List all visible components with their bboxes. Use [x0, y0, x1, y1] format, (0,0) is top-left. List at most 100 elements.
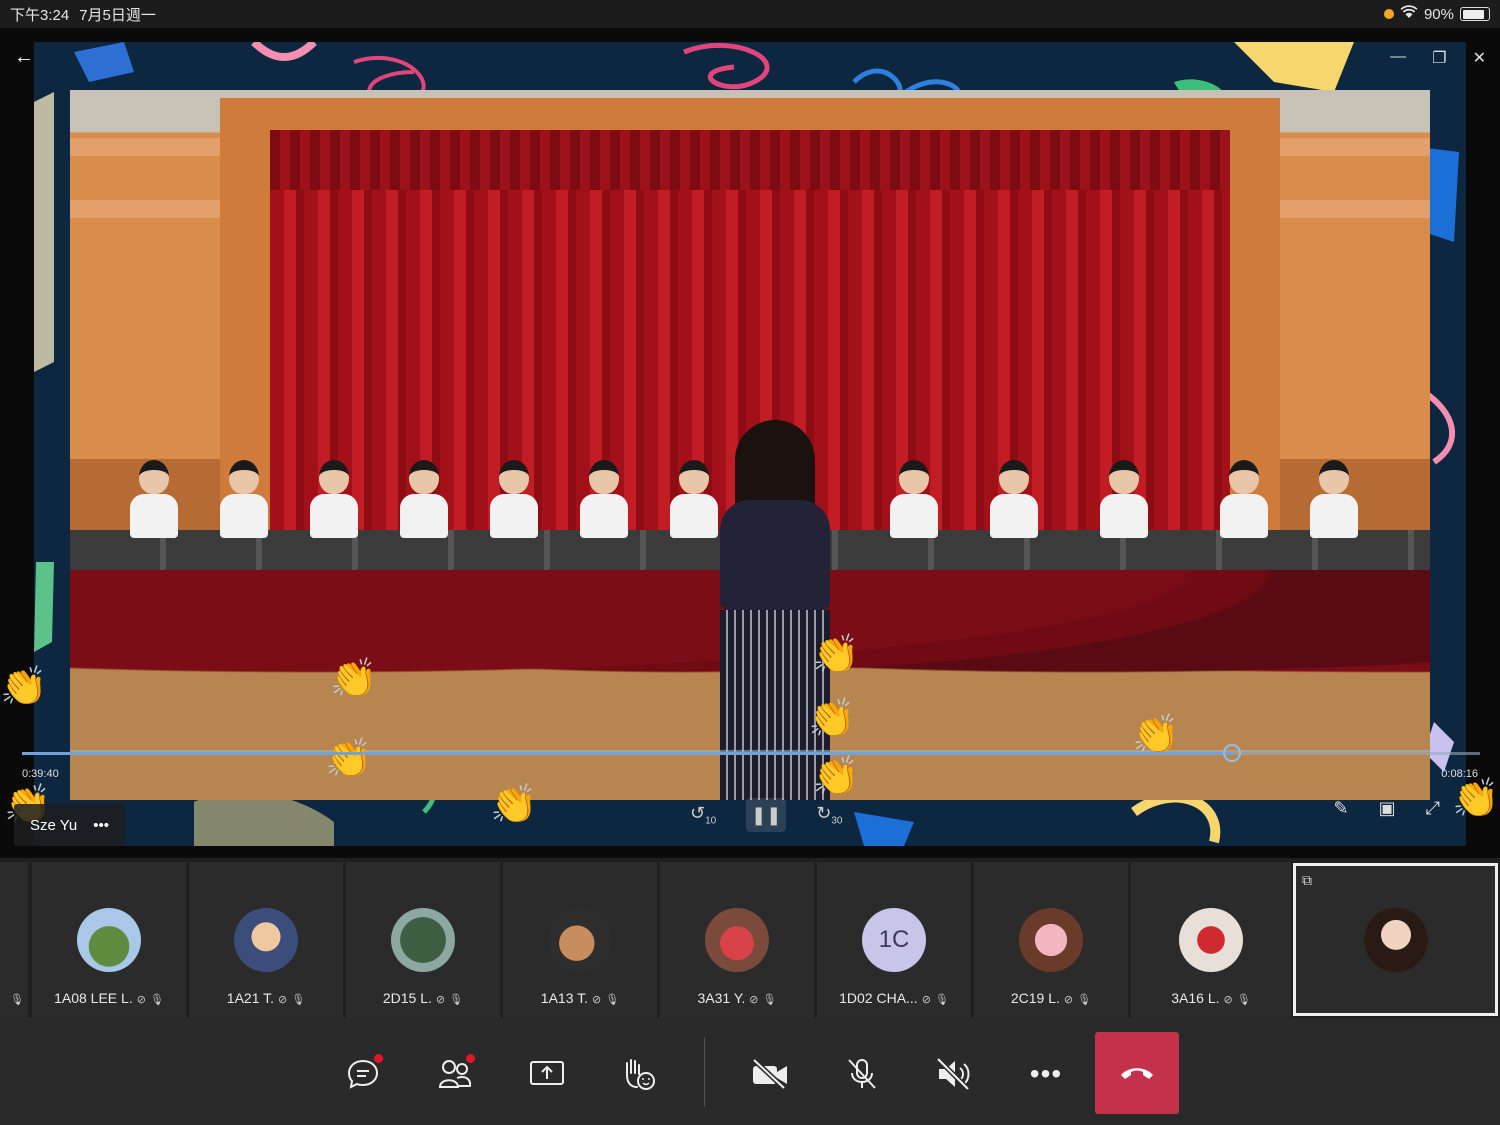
mic-mini-icon: 🎙	[291, 994, 306, 1006]
mic-toggle-button[interactable]	[840, 1054, 884, 1094]
remaining-time: 0:08:16	[1441, 768, 1478, 780]
camera-off-mini-icon: ⊘	[592, 994, 602, 1006]
presenter-more-button[interactable]: •••	[93, 817, 109, 834]
participant-tile[interactable]: 2D15 L. ⊘ 🎙	[346, 862, 500, 1018]
raise-hand-icon	[626, 1059, 655, 1090]
chat-icon	[347, 1059, 379, 1089]
notification-dot	[466, 1054, 475, 1063]
camera-off-mini-icon: ⊘	[278, 994, 288, 1006]
status-time: 下午3:24	[10, 6, 70, 24]
clap-reaction-icon: 👏	[808, 698, 856, 740]
participant-name: 1A08 LEE L.	[54, 990, 133, 1006]
presenter-chip[interactable]: Sze Yu •••	[14, 804, 126, 846]
notification-dot	[374, 1054, 383, 1063]
progress-played	[22, 752, 1233, 755]
minimize-icon[interactable]: —	[1390, 48, 1406, 68]
forward-icon[interactable]: ↻30	[816, 803, 842, 827]
more-actions-button[interactable]: •••	[1024, 1054, 1068, 1094]
people-button[interactable]	[433, 1054, 477, 1094]
status-bar: 下午3:24 7月5日週一 90%	[0, 0, 1500, 28]
avatar	[705, 908, 769, 972]
fullscreen-icon[interactable]: ⤢	[1426, 798, 1440, 819]
clap-reaction-icon: 👏	[325, 738, 373, 780]
elapsed-time: 0:39:40	[22, 768, 59, 780]
participant-tile[interactable]: 3A31 Y. ⊘ 🎙	[660, 862, 814, 1018]
self-avatar	[1363, 908, 1428, 972]
camera-off-mini-icon: ⊘	[1223, 994, 1233, 1006]
window-controls: — ❐ ✕	[1390, 48, 1486, 68]
mic-icon: 🎙	[10, 994, 24, 1006]
participant-tile[interactable]: 1C 1D02 CHA... ⊘ 🎙	[817, 862, 971, 1018]
camera-off-mini-icon: ⊘	[1063, 994, 1074, 1006]
conductor-figure	[715, 420, 835, 800]
clap-reaction-icon: 👏	[490, 784, 538, 826]
shared-video-stage[interactable]: 👏 👏 👏 👏 👏 👏 👏 👏 👏 👏 ← — ❐ ✕ 0:39:40 0:08…	[0, 28, 1500, 858]
mic-mini-icon: 🎙	[449, 994, 464, 1006]
hang-up-button[interactable]	[1095, 1032, 1179, 1114]
participant-name: 2D15 L.	[382, 990, 432, 1006]
hang-up-icon	[1121, 1068, 1153, 1079]
wifi-icon	[1400, 5, 1418, 23]
clap-reaction-icon: 👏	[812, 634, 860, 676]
mic-mini-icon: 🎙	[605, 994, 620, 1006]
speaker-toggle-button[interactable]	[932, 1054, 976, 1094]
participant-name: 3A31 Y.	[697, 990, 746, 1006]
video-progress-bar[interactable]	[22, 744, 1480, 762]
clap-reaction-icon: 👏	[1132, 714, 1180, 756]
self-video-tile[interactable]: ⧉	[1293, 863, 1498, 1016]
back-arrow-icon[interactable]: ←	[14, 46, 34, 69]
camera-off-mini-icon: ⊘	[749, 994, 759, 1006]
stage-scene-image	[70, 90, 1430, 800]
participant-tile[interactable]: 3A16 L. ⊘ 🎙	[1131, 862, 1291, 1018]
participant-tile[interactable]: 1A21 T. ⊘ 🎙	[189, 862, 343, 1018]
video-tools: ✎ ▣ ⤢	[1333, 798, 1440, 819]
pencil-icon[interactable]: ✎	[1333, 798, 1348, 819]
participant-tile[interactable]: 2C19 L. ⊘ 🎙	[974, 862, 1128, 1018]
avatar	[1019, 908, 1083, 972]
controls-divider	[704, 1038, 705, 1106]
clap-reaction-icon: 👏	[330, 658, 378, 700]
participant-tile[interactable]: 1A13 T. ⊘ 🎙	[503, 862, 657, 1018]
avatar	[77, 908, 141, 972]
participant-name: 3A16 L.	[1171, 990, 1220, 1006]
video-frame	[34, 42, 1466, 846]
battery-percent: 90%	[1423, 5, 1454, 23]
avatar	[391, 908, 455, 972]
reactions-button[interactable]	[617, 1054, 661, 1094]
mic-mini-icon: 🎙	[1236, 994, 1251, 1006]
mic-mini-icon: 🎙	[149, 994, 164, 1006]
clap-reaction-icon: 👏	[1452, 778, 1500, 820]
rewind-icon[interactable]: ↺10	[690, 803, 716, 827]
camera-off-mini-icon: ⊘	[921, 994, 931, 1006]
progress-knob[interactable]	[1223, 744, 1242, 762]
mic-in-use-indicator	[1383, 9, 1394, 19]
participant-name: 1A13 T.	[540, 990, 589, 1006]
camera-toggle-button[interactable]	[748, 1054, 792, 1094]
participant-tile[interactable]: 1A08 LEE L. ⊘ 🎙	[32, 862, 186, 1018]
avatar	[1179, 908, 1243, 972]
avatar	[234, 908, 298, 972]
camera-off-mini-icon: ⊘	[136, 994, 146, 1006]
participant-name: 2C19 L.	[1010, 990, 1060, 1006]
participant-name: 1D02 CHA...	[839, 990, 918, 1006]
spotlight-icon[interactable]: ⧉	[1302, 872, 1312, 889]
picture-in-picture-icon[interactable]: ▣	[1379, 798, 1396, 819]
playback-controls: ↺10 ❚❚ ↻30	[690, 798, 842, 832]
pause-button[interactable]: ❚❚	[746, 798, 787, 832]
status-date: 7月5日週一	[79, 6, 156, 24]
call-controls-bar: •••	[0, 1018, 1500, 1125]
people-icon	[438, 1060, 472, 1088]
share-screen-icon	[530, 1061, 564, 1085]
clap-reaction-icon: 👏	[0, 666, 48, 708]
chat-button[interactable]	[341, 1054, 385, 1094]
restore-icon[interactable]: ❐	[1432, 48, 1446, 68]
participant-tile-partial[interactable]: 🎙	[0, 862, 28, 1018]
participant-name: 1A21 T.	[226, 990, 275, 1006]
share-screen-button[interactable]	[525, 1054, 569, 1094]
close-icon[interactable]: ✕	[1473, 48, 1486, 68]
camera-off-icon	[752, 1058, 787, 1090]
presenter-name: Sze Yu	[30, 816, 78, 834]
clap-reaction-icon: 👏	[812, 756, 860, 798]
camera-off-mini-icon: ⊘	[435, 994, 446, 1006]
mic-off-icon	[848, 1059, 876, 1089]
